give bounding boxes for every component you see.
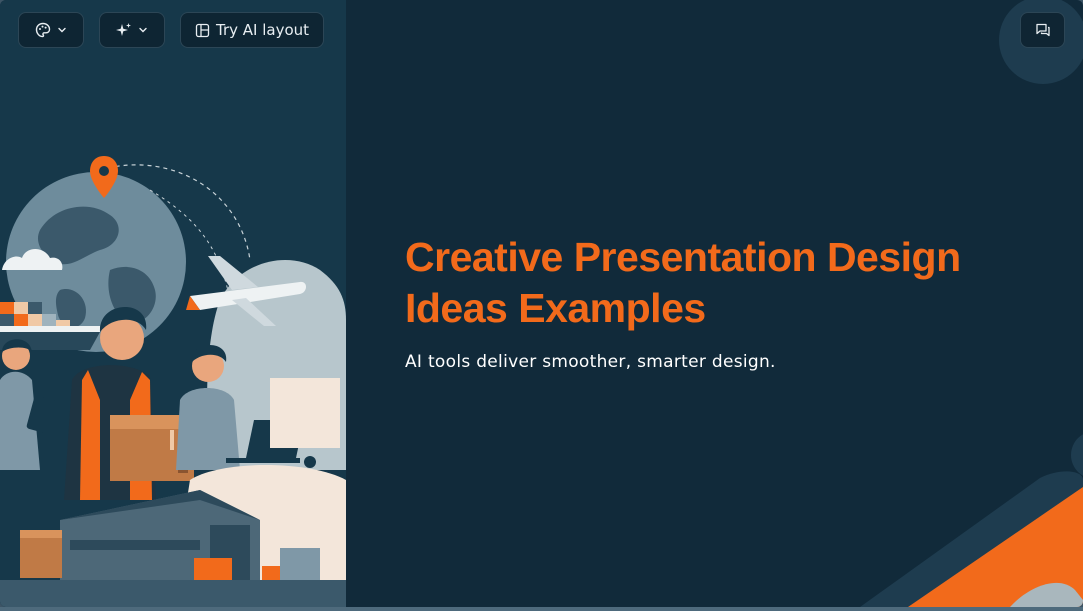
try-ai-layout-button[interactable]: Try AI layout xyxy=(180,12,324,48)
ai-tools-button[interactable] xyxy=(99,12,165,48)
chevron-down-icon xyxy=(58,27,66,33)
slide-subtitle[interactable]: AI tools deliver smoother, smarter desig… xyxy=(405,352,965,372)
layout-icon xyxy=(195,23,210,37)
try-ai-layout-label: Try AI layout xyxy=(215,21,310,39)
theme-button[interactable] xyxy=(18,12,84,48)
palette-icon xyxy=(35,22,51,38)
slide-title[interactable]: Creative Presentation Design Ideas Examp… xyxy=(405,232,965,334)
comment-button[interactable] xyxy=(1020,12,1065,48)
bottom-edge xyxy=(0,607,1083,611)
comment-icon xyxy=(1035,23,1050,37)
logistics-illustration xyxy=(0,0,346,607)
slide-canvas[interactable]: Creative Presentation Design Ideas Examp… xyxy=(0,0,1083,607)
slide-title-line-2: Ideas Examples xyxy=(405,285,706,331)
sparkles-icon xyxy=(116,23,131,36)
chevron-down-icon xyxy=(139,27,147,33)
slide-title-line-1: Creative Presentation Design xyxy=(405,234,961,280)
